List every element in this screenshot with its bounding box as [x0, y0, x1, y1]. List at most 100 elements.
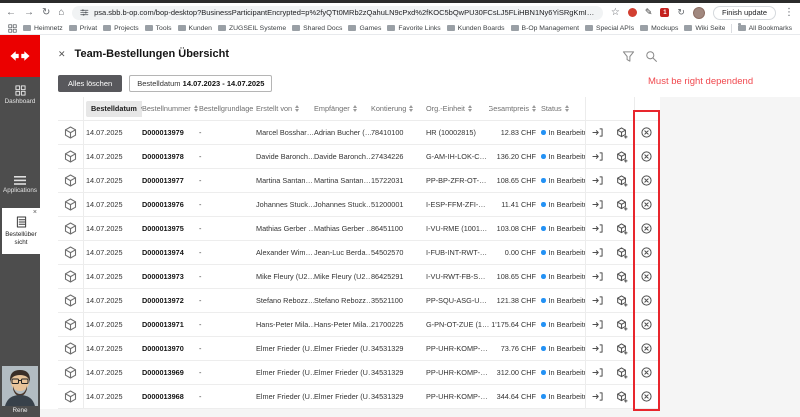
- bookmark-star-icon[interactable]: ☆: [611, 8, 620, 18]
- clear-filters-button[interactable]: Alles löschen: [58, 75, 122, 92]
- browser-menu-icon[interactable]: ⋮: [784, 8, 794, 18]
- package-icon: [64, 366, 77, 379]
- home-icon[interactable]: ⌂: [58, 8, 64, 18]
- package-icon: [64, 150, 77, 163]
- assign-order-icon[interactable]: [592, 151, 603, 162]
- column-header-status[interactable]: Status: [541, 97, 585, 120]
- status-badge: In Bearbeitung: [541, 313, 585, 336]
- reorder-package-icon[interactable]: [616, 151, 628, 163]
- filter-funnel-icon[interactable]: [622, 50, 635, 63]
- cell-empfaenger: Hans-Peter Mila…: [314, 313, 371, 336]
- bookmark-item[interactable]: Special APIs: [585, 25, 634, 32]
- forward-icon[interactable]: →: [24, 8, 34, 18]
- reload-icon[interactable]: ↻: [42, 8, 50, 18]
- extension-acrobat-icon[interactable]: 1: [660, 8, 669, 17]
- reorder-package-icon[interactable]: [616, 367, 628, 379]
- table-row[interactable]: 14.07.2025 D000013976 - Johannes Stuck… …: [58, 193, 658, 217]
- assign-order-icon[interactable]: [592, 271, 603, 282]
- table-row[interactable]: 14.07.2025 D000013969 - Elmer Frieder (U…: [58, 361, 658, 385]
- bookmark-item[interactable]: Heimnetz: [23, 25, 63, 32]
- table-row[interactable]: 14.07.2025 D000013970 - Elmer Frieder (U…: [58, 337, 658, 361]
- back-icon[interactable]: ←: [6, 8, 16, 18]
- sidebar-item-applications[interactable]: Applications: [0, 176, 40, 195]
- bookmark-item[interactable]: Wiki Seiten: [684, 25, 724, 32]
- assign-order-icon[interactable]: [592, 319, 603, 330]
- column-header-empfaenger[interactable]: Empfänger: [314, 97, 371, 120]
- extension-pen-icon[interactable]: ✎: [645, 7, 653, 18]
- assign-order-icon[interactable]: [592, 247, 603, 258]
- reorder-package-icon[interactable]: [616, 175, 628, 187]
- tab-groups-icon[interactable]: [8, 24, 17, 33]
- assign-order-icon[interactable]: [592, 295, 603, 306]
- table-row[interactable]: 14.07.2025 D000013973 - Mike Fleury (U2……: [58, 265, 658, 289]
- folder-icon: [684, 25, 692, 31]
- reorder-package-icon[interactable]: [616, 199, 628, 211]
- orders-table: Bestelldatum Bestellnummer Bestellgrundl…: [58, 97, 658, 409]
- assign-order-icon[interactable]: [592, 199, 603, 210]
- table-row[interactable]: 14.07.2025 D000013974 - Alexander Wim… J…: [58, 241, 658, 265]
- assign-order-icon[interactable]: [592, 343, 603, 354]
- search-icon[interactable]: [645, 50, 658, 63]
- extensions-icon[interactable]: ↻: [677, 7, 685, 18]
- site-settings-icon[interactable]: [80, 8, 89, 17]
- table-row[interactable]: 14.07.2025 D000013978 - Davide Baronch… …: [58, 145, 658, 169]
- assign-order-icon[interactable]: [592, 223, 603, 234]
- reorder-package-icon[interactable]: [616, 223, 628, 235]
- close-icon[interactable]: ×: [33, 209, 37, 217]
- table-header-row: Bestelldatum Bestellnummer Bestellgrundl…: [58, 97, 658, 121]
- cell-kontierung: 86451100: [371, 217, 426, 240]
- reorder-package-icon[interactable]: [616, 319, 628, 331]
- column-header-bestellgrundlage[interactable]: Bestellgrundlage: [199, 97, 256, 120]
- cell-bestellnummer: D000013977: [142, 169, 199, 192]
- browser-profile-avatar[interactable]: [693, 7, 705, 19]
- table-row[interactable]: 14.07.2025 D000013968 - Elmer Frieder (U…: [58, 385, 658, 409]
- assign-order-icon[interactable]: [592, 127, 603, 138]
- bookmark-item[interactable]: Mockups: [640, 25, 678, 32]
- reorder-package-icon[interactable]: [616, 391, 628, 403]
- bookmark-item[interactable]: B-Op Management: [511, 25, 579, 32]
- reorder-package-icon[interactable]: [616, 271, 628, 283]
- date-filter-chip[interactable]: Bestelldatum 14.07.2023 - 14.07.2025: [129, 75, 272, 92]
- cell-erstellt-von: Johannes Stuck…: [256, 193, 314, 216]
- column-header-org-einheit[interactable]: Org.-Einheit: [426, 97, 489, 120]
- cell-org-einheit: PP-BP-ZFR-OT-…: [426, 169, 489, 192]
- column-header-bestellnummer[interactable]: Bestellnummer: [142, 97, 199, 120]
- status-badge: In Bearbeitung: [541, 217, 585, 240]
- column-header-erstellt-von[interactable]: Erstellt von: [256, 97, 314, 120]
- bookmark-item[interactable]: Projects: [103, 25, 139, 32]
- extension-red-circle-icon[interactable]: [628, 8, 637, 17]
- column-header-bestelldatum[interactable]: Bestelldatum: [86, 101, 142, 117]
- bookmark-item[interactable]: Games: [348, 25, 381, 32]
- assign-order-icon[interactable]: [592, 175, 603, 186]
- bookmark-item[interactable]: Kunden: [178, 25, 212, 32]
- sidebar-item-dashboard[interactable]: Dashboard: [0, 85, 40, 106]
- status-dot-icon: [541, 154, 546, 159]
- bookmark-item[interactable]: Privat: [69, 25, 97, 32]
- package-icon: [64, 246, 77, 259]
- table-row[interactable]: 14.07.2025 D000013979 - Marcel Bosshar… …: [58, 121, 658, 145]
- assign-order-icon[interactable]: [592, 367, 603, 378]
- sidebar-item-bestelluebersicht[interactable]: × Bestellübersicht: [2, 208, 40, 254]
- reorder-package-icon[interactable]: [616, 295, 628, 307]
- table-row[interactable]: 14.07.2025 D000013977 - Martina Santan… …: [58, 169, 658, 193]
- assign-order-icon[interactable]: [592, 391, 603, 402]
- reorder-package-icon[interactable]: [616, 127, 628, 139]
- column-header-gesamtpreis[interactable]: Gesamtpreis: [489, 97, 541, 120]
- sidebar-user[interactable]: Rene: [2, 366, 38, 417]
- bookmark-item[interactable]: Favorite Links: [387, 25, 440, 32]
- column-header-kontierung[interactable]: Kontierung: [371, 97, 426, 120]
- bookmark-item[interactable]: Kunden Boards: [447, 25, 505, 32]
- bookmark-item[interactable]: Tools: [145, 25, 172, 32]
- reorder-package-icon[interactable]: [616, 343, 628, 355]
- all-bookmarks-button[interactable]: All Bookmarks: [738, 25, 792, 32]
- cell-gesamtpreis: 121.38 CHF: [489, 289, 541, 312]
- reorder-package-icon[interactable]: [616, 247, 628, 259]
- table-row[interactable]: 14.07.2025 D000013975 - Mathias Gerber ……: [58, 217, 658, 241]
- bookmark-item[interactable]: Shared Docs: [292, 25, 342, 32]
- table-row[interactable]: 14.07.2025 D000013972 - Stefano Rebozz… …: [58, 289, 658, 313]
- bookmark-item[interactable]: ZUGSEIL Systeme: [218, 25, 286, 32]
- finish-update-button[interactable]: Finish update: [713, 6, 776, 20]
- address-bar[interactable]: psa.sbb.b-op.com/bop-desktop?BusinessPar…: [72, 6, 602, 20]
- close-page-icon[interactable]: ✕: [58, 49, 66, 60]
- table-row[interactable]: 14.07.2025 D000013971 - Hans-Peter Mila……: [58, 313, 658, 337]
